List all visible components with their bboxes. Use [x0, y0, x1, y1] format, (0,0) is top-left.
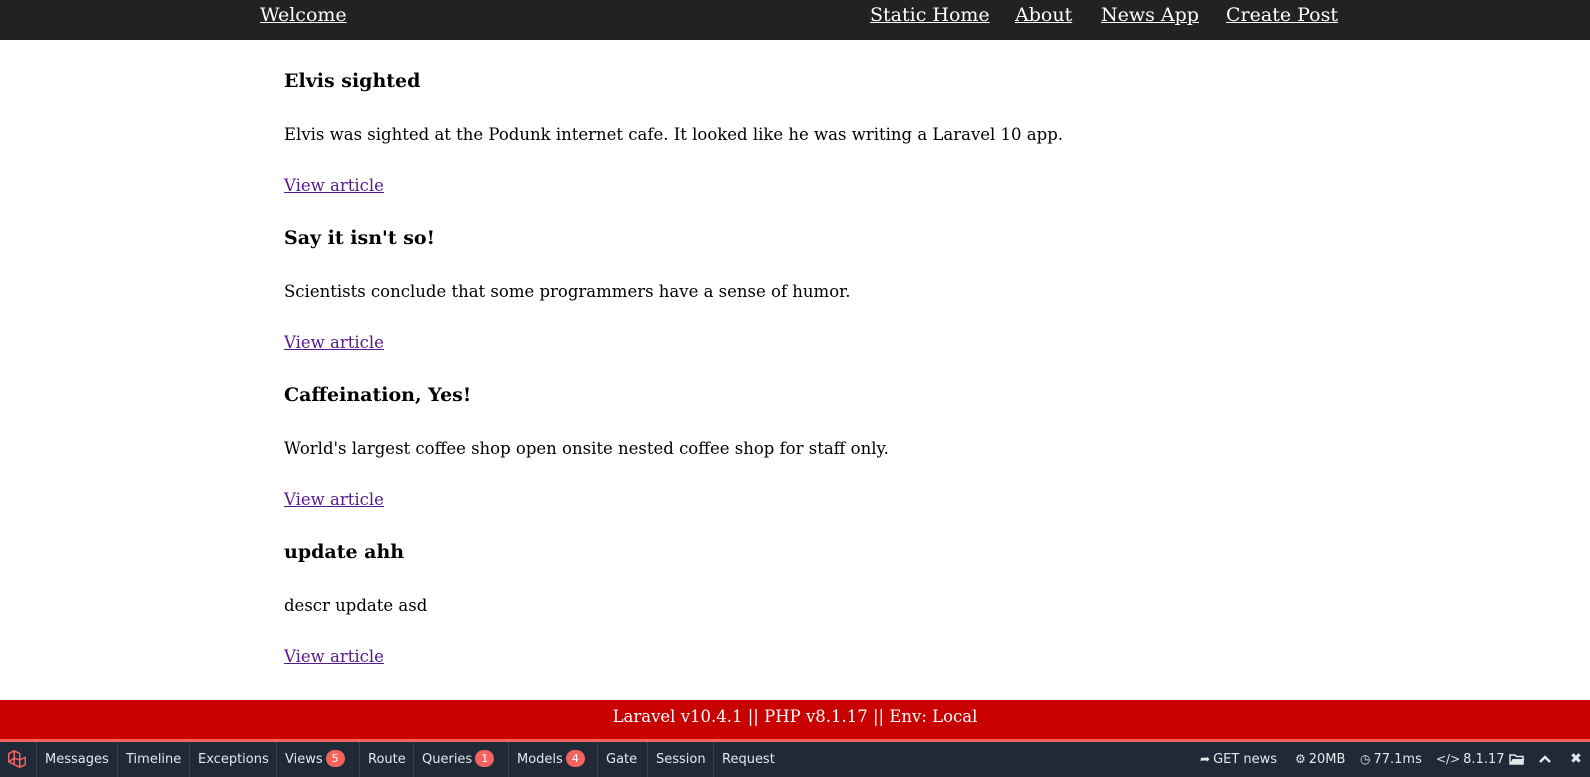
open-folder-icon[interactable]: [1504, 742, 1530, 777]
php-version-indicator: </> 8.1.17: [1436, 742, 1505, 777]
maximize-chevron-up-icon[interactable]: [1532, 742, 1558, 777]
debugbar-header: Messages Timeline Exceptions Views 5 Rout…: [0, 742, 1590, 777]
request-method-indicator[interactable]: ➦ GET news: [1200, 742, 1277, 777]
news-article: Elvis sighted Elvis was sighted at the P…: [284, 40, 1284, 197]
debugbar-tab-views[interactable]: Views 5: [276, 742, 353, 777]
article-title: Say it isn't so!: [284, 227, 435, 249]
article-body: Elvis was sighted at the Podunk internet…: [284, 125, 1064, 144]
duration-indicator[interactable]: ◷ 77.1ms: [1360, 742, 1422, 777]
debugbar-tab-timeline[interactable]: Timeline: [117, 742, 189, 777]
nav-link-create-post[interactable]: Create Post: [1226, 4, 1338, 26]
debugbar-tab-route[interactable]: Route: [359, 742, 414, 777]
article-body: descr update asd: [284, 596, 428, 615]
clock-icon: ◷: [1360, 752, 1371, 766]
debugbar-tab-session[interactable]: Session: [647, 742, 714, 777]
nav-link-static-home[interactable]: Static Home: [870, 4, 990, 26]
code-icon: </>: [1436, 752, 1461, 766]
nav-link-about[interactable]: About: [1015, 4, 1072, 26]
memory-indicator: ⚙ 20MB: [1295, 742, 1345, 777]
news-list: Elvis sighted Elvis was sighted at the P…: [284, 40, 1284, 668]
article-title: update ahh: [284, 541, 405, 563]
view-article-link[interactable]: View article: [284, 176, 384, 195]
cogs-icon: ⚙: [1295, 752, 1306, 766]
nav-link-news-app[interactable]: News App: [1101, 4, 1199, 26]
views-count-badge: 5: [325, 750, 345, 767]
share-arrow-icon: ➦: [1200, 752, 1211, 766]
news-article: update ahh descr update asd View article: [284, 511, 1284, 668]
article-title: Caffeination, Yes!: [284, 384, 472, 406]
news-article: Caffeination, Yes! World's largest coffe…: [284, 354, 1284, 511]
queries-count-badge: 1: [475, 750, 495, 767]
close-icon[interactable]: ✖: [1563, 742, 1589, 777]
debugbar-tab-gate[interactable]: Gate: [597, 742, 645, 777]
debugbar-tab-request[interactable]: Request: [713, 742, 783, 777]
article-body: Scientists conclude that some programmer…: [284, 282, 851, 301]
view-article-link[interactable]: View article: [284, 333, 384, 352]
article-body: World's largest coffee shop open onsite …: [284, 439, 889, 458]
article-title: Elvis sighted: [284, 70, 421, 92]
nav-brand-welcome[interactable]: Welcome: [260, 4, 347, 26]
view-article-link[interactable]: View article: [284, 647, 384, 666]
debugbar-tab-messages[interactable]: Messages: [36, 742, 117, 777]
view-article-link[interactable]: View article: [284, 490, 384, 509]
debugbar-tab-exceptions[interactable]: Exceptions: [189, 742, 277, 777]
debugbar-tab-queries[interactable]: Queries 1: [413, 742, 502, 777]
laravel-logo-icon[interactable]: [2, 747, 32, 773]
top-navbar: Welcome Static Home About News App Creat…: [0, 0, 1590, 40]
news-article: Say it isn't so! Scientists conclude tha…: [284, 197, 1284, 354]
models-count-badge: 4: [565, 750, 585, 767]
debugbar-tab-models[interactable]: Models 4: [508, 742, 593, 777]
version-footer: Laravel v10.4.1 || PHP v8.1.17 || Env: L…: [0, 700, 1590, 739]
debugbar: Messages Timeline Exceptions Views 5 Rout…: [0, 739, 1590, 777]
